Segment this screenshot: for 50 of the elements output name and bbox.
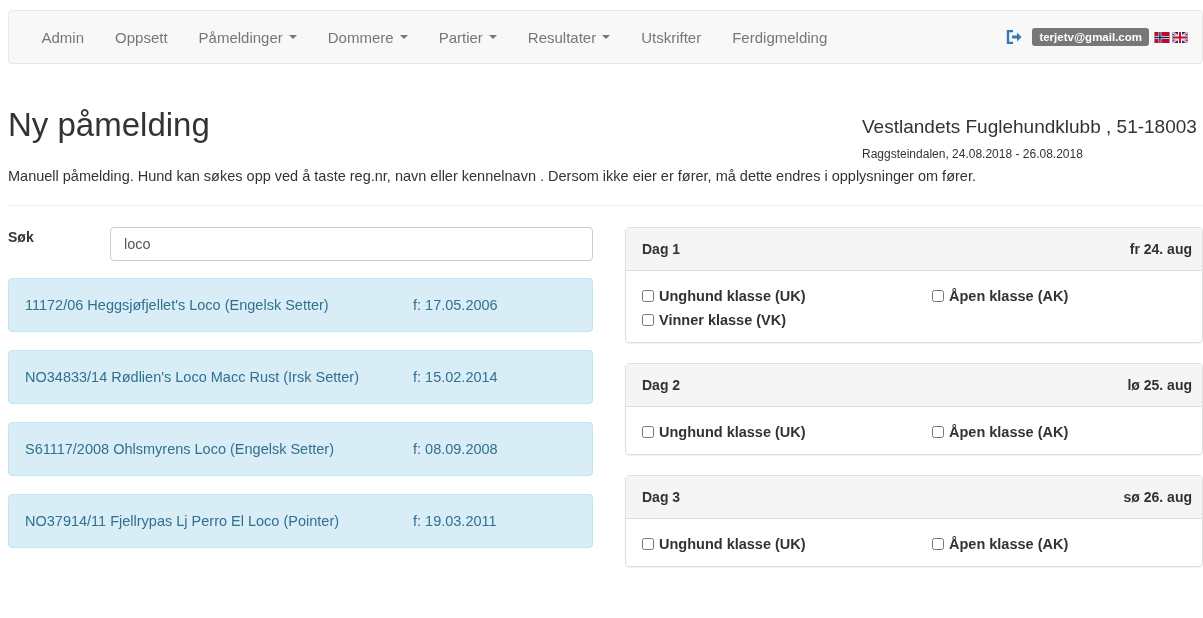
checkbox[interactable] bbox=[932, 426, 944, 438]
club-name: Vestlandets Fuglehundklubb , 51-18003 bbox=[862, 116, 1198, 138]
nav-item[interactable]: Påmeldinger bbox=[183, 28, 313, 46]
page-title: Ny påmelding bbox=[8, 106, 210, 145]
dog-name: S61117/2008 Ohlsmyrens Loco (Engelsk Setter) bbox=[25, 441, 335, 457]
class-label: Unghund klasse (UK) bbox=[659, 536, 806, 552]
search-result[interactable]: NO37914/11 Fjellrypas Lj Perro El Loco (Pointer) f: 19.03.2011 bbox=[8, 494, 593, 548]
checkbox[interactable] bbox=[642, 426, 654, 438]
class-label: Åpen klasse (AK) bbox=[949, 536, 1069, 552]
nav-item[interactable]: Resultater bbox=[512, 28, 626, 46]
nav-item[interactable]: Oppsett bbox=[99, 28, 184, 46]
day-title: Dag 1 bbox=[642, 241, 681, 257]
description: Manuell påmelding. Hund kan søkes opp ved å taste reg.nr, navn eller kennelnavn . Dersom ikke eier er fører, må dette endres i opplysninger om fører. bbox=[8, 168, 977, 184]
search-result[interactable]: NO34833/14 Rødlien's Loco Macc Rust (Irsk Setter) f: 15.02.2014 bbox=[8, 350, 593, 404]
day-date: fr 24. aug bbox=[1129, 241, 1192, 257]
birth-date: f: 17.05.2006 bbox=[413, 297, 498, 313]
event-venue-dates: Raggsteindalen, 24.08.2018 - 26.08.2018 bbox=[862, 147, 1084, 161]
day-date: lø 25. aug bbox=[1127, 377, 1192, 393]
nav-item[interactable]: Utskrifter bbox=[625, 28, 717, 46]
dog-name: NO34833/14 Rødlien's Loco Macc Rust (Irsk Setter) bbox=[25, 369, 360, 385]
day-date: sø 26. aug bbox=[1123, 489, 1192, 505]
british-flag-icon[interactable] bbox=[1172, 31, 1188, 43]
nav-item[interactable]: Partier bbox=[423, 28, 513, 46]
search-label: Søk bbox=[8, 228, 35, 245]
search-result[interactable]: S61117/2008 Ohlsmyrens Loco (Engelsk Setter) f: 08.09.2008 bbox=[8, 422, 593, 476]
checkbox[interactable] bbox=[642, 290, 654, 302]
day-title: Dag 2 bbox=[642, 377, 681, 393]
class-label: Åpen klasse (AK) bbox=[949, 424, 1069, 440]
checkbox[interactable] bbox=[932, 538, 944, 550]
class-label: Unghund klasse (UK) bbox=[659, 288, 806, 304]
birth-date: f: 15.02.2014 bbox=[413, 369, 498, 385]
birth-date: f: 08.09.2008 bbox=[413, 441, 498, 457]
day-title: Dag 3 bbox=[642, 489, 681, 505]
class-label: Åpen klasse (AK) bbox=[949, 288, 1069, 304]
checkbox[interactable] bbox=[642, 314, 654, 326]
birth-date: f: 19.03.2011 bbox=[413, 513, 497, 529]
checkbox[interactable] bbox=[932, 290, 944, 302]
dog-name: 11172/06 Heggsjøfjellet's Loco (Engelsk Setter) bbox=[25, 297, 330, 313]
class-label: Vinner klasse (VK) bbox=[659, 312, 787, 328]
search-field[interactable]: loco bbox=[110, 227, 593, 261]
checkbox[interactable] bbox=[642, 538, 654, 550]
search-result[interactable]: 11172/06 Heggsjøfjellet's Loco (Engelsk Setter) f: 17.05.2006 bbox=[8, 278, 593, 332]
nav-item[interactable]: Ferdigmelding bbox=[716, 28, 843, 46]
dog-name: NO37914/11 Fjellrypas Lj Perro El Loco (Pointer) bbox=[25, 513, 341, 529]
logout-icon[interactable] bbox=[1006, 30, 1023, 44]
user-badge[interactable]: terjetv@gmail.com bbox=[1032, 28, 1149, 46]
class-label: Unghund klasse (UK) bbox=[659, 424, 806, 440]
norwegian-flag-icon[interactable] bbox=[1154, 31, 1170, 43]
nav-item[interactable]: Dommere bbox=[312, 28, 424, 46]
nav-item[interactable]: Admin bbox=[26, 28, 100, 46]
